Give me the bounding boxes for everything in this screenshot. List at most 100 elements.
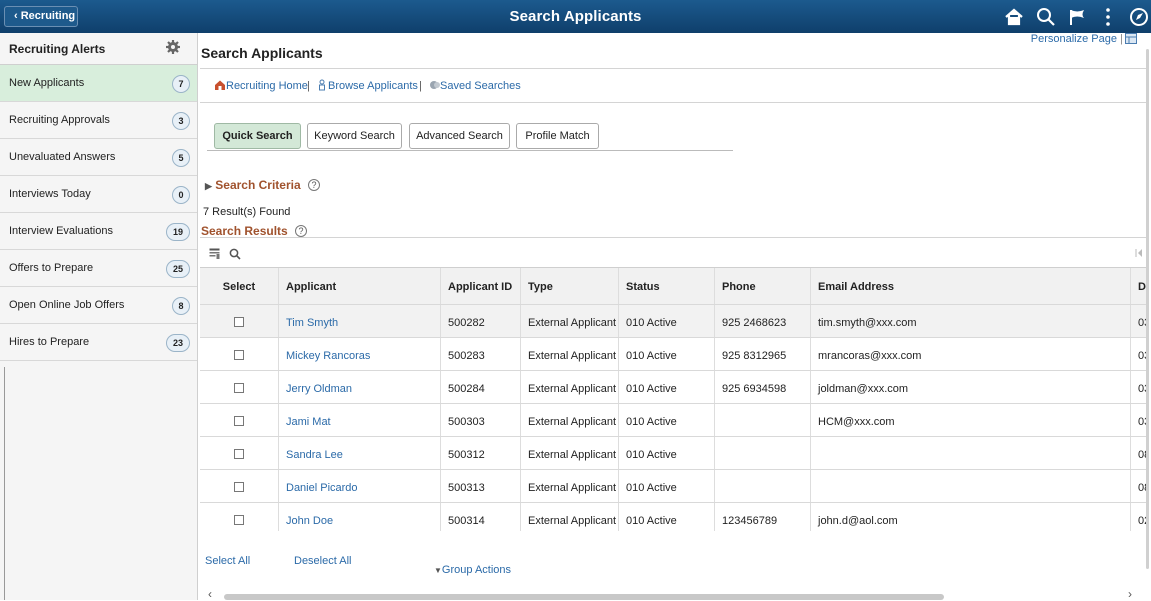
panel-divider — [4, 367, 5, 600]
table-row: Daniel Picardo 500313 External Applicant… — [200, 470, 1148, 503]
column-header[interactable]: Phone — [714, 268, 810, 304]
help-icon[interactable]: ? — [295, 225, 308, 237]
applicant-link[interactable]: Mickey Rancoras — [286, 350, 370, 362]
tab-keyword-search[interactable]: Keyword Search — [307, 123, 402, 149]
horizontal-scrollbar[interactable]: ‹ › — [200, 587, 1148, 601]
deselect-all-link[interactable]: Deselect All — [294, 555, 351, 567]
column-header[interactable]: Type — [520, 268, 618, 304]
applicant-status: 010 Active — [618, 404, 714, 436]
grid-toolbar — [200, 237, 1148, 267]
applicant-link[interactable]: Jami Mat — [286, 416, 331, 428]
recruiting-home-link[interactable]: Recruiting Home — [226, 80, 308, 92]
search-icon[interactable] — [229, 248, 241, 260]
applicant-phone: 925 6934598 — [714, 371, 810, 403]
search-results-label: Search Results — [201, 224, 288, 238]
count-badge: 19 — [166, 223, 190, 241]
count-badge: 3 — [172, 112, 190, 130]
applicant-type: External Applicant — [520, 437, 618, 469]
applicant-phone — [714, 404, 810, 436]
applicant-type: External Applicant — [520, 470, 618, 502]
home-icon[interactable] — [1001, 4, 1027, 30]
row-select-checkbox[interactable] — [234, 449, 244, 459]
tab-profile-match[interactable]: Profile Match — [516, 123, 599, 149]
help-icon[interactable]: ? — [308, 179, 320, 191]
table-row: Sandra Lee 500312 External Applicant 010… — [200, 437, 1148, 470]
alert-interview-evaluations[interactable]: Interview Evaluations 19 — [0, 213, 197, 250]
alert-open-online-job-offers[interactable]: Open Online Job Offers 8 — [0, 287, 197, 324]
alert-offers-to-prepare[interactable]: Offers to Prepare 25 — [0, 250, 197, 287]
alert-hires-to-prepare[interactable]: Hires to Prepare 23 — [0, 324, 197, 361]
count-badge: 0 — [172, 186, 190, 204]
alert-label: Unevaluated Answers — [9, 151, 116, 163]
column-header[interactable]: Select — [200, 268, 278, 304]
alert-recruiting-approvals[interactable]: Recruiting Approvals 3 — [0, 102, 197, 139]
saved-searches-link[interactable]: Saved Searches — [440, 80, 521, 92]
column-header[interactable]: Applicant — [278, 268, 440, 304]
applicant-id: 500283 — [440, 338, 520, 370]
applicant-email: tim.smyth@xxx.com — [810, 305, 1130, 337]
applicant-id: 500312 — [440, 437, 520, 469]
select-all-link[interactable]: Select All — [205, 555, 250, 567]
applicant-status: 010 Active — [618, 305, 714, 337]
applicant-link[interactable]: Daniel Picardo — [286, 482, 358, 494]
vertical-scrollbar[interactable] — [1146, 33, 1150, 593]
applicant-email: mrancoras@xxx.com — [810, 338, 1130, 370]
navigator-icon[interactable] — [1126, 4, 1151, 30]
first-page-icon[interactable] — [1134, 248, 1144, 258]
applicant-type: External Applicant — [520, 305, 618, 337]
row-select-checkbox[interactable] — [234, 350, 244, 360]
row-select-checkbox[interactable] — [234, 416, 244, 426]
applicant-link[interactable]: Sandra Lee — [286, 449, 343, 461]
alert-interviews-today[interactable]: Interviews Today 0 — [0, 176, 197, 213]
alert-unevaluated-answers[interactable]: Unevaluated Answers 5 — [0, 139, 197, 176]
grid-icon[interactable] — [1125, 33, 1137, 44]
alert-label: Hires to Prepare — [9, 336, 90, 348]
tab-advanced-search[interactable]: Advanced Search — [409, 123, 510, 149]
browse-icon — [319, 79, 325, 91]
scrollbar-thumb[interactable] — [224, 594, 944, 600]
table-row: Mickey Rancoras 500283 External Applican… — [200, 338, 1148, 371]
table-row: Jerry Oldman 500284 External Applicant 0… — [200, 371, 1148, 404]
row-select-checkbox[interactable] — [234, 383, 244, 393]
applicant-id: 500303 — [440, 404, 520, 436]
column-header[interactable]: Applicant ID — [440, 268, 520, 304]
applicant-email — [810, 437, 1130, 469]
scrollbar-thumb[interactable] — [1146, 49, 1149, 569]
applicant-link[interactable]: John Doe — [286, 515, 333, 527]
row-select-checkbox[interactable] — [234, 515, 244, 525]
applicant-email: john.d@aol.com — [810, 503, 1130, 531]
scroll-right-icon[interactable]: › — [1128, 587, 1132, 601]
alerts-title: Recruiting Alerts — [9, 42, 106, 56]
personalize-page-link[interactable]: Personalize Page — [1031, 33, 1117, 45]
alert-new-applicants[interactable]: New Applicants 7 — [0, 65, 197, 102]
separator: | — [307, 80, 310, 92]
more-icon[interactable] — [1095, 4, 1121, 30]
caret-right-icon: ▶ — [205, 181, 212, 191]
grid-personalize-icon[interactable] — [209, 248, 221, 260]
search-icon[interactable] — [1033, 4, 1059, 30]
row-select-checkbox[interactable] — [234, 482, 244, 492]
count-badge: 5 — [172, 149, 190, 167]
search-criteria-toggle[interactable]: ▶ Search Criteria ? — [205, 178, 320, 192]
alert-label: Offers to Prepare — [9, 262, 94, 274]
results-count: 7 Result(s) Found — [203, 206, 291, 218]
scroll-left-icon[interactable]: ‹ — [208, 587, 212, 601]
column-header[interactable]: Status — [618, 268, 714, 304]
applicant-phone — [714, 437, 810, 469]
applicant-phone: 925 2468623 — [714, 305, 810, 337]
group-actions-menu[interactable]: ▼Group Actions — [434, 564, 511, 576]
recruiting-alerts-panel: Recruiting Alerts New Applicants 7 Recru… — [0, 33, 198, 600]
applicant-status: 010 Active — [618, 338, 714, 370]
applicant-link[interactable]: Jerry Oldman — [286, 383, 352, 395]
tab-quick-search[interactable]: Quick Search — [214, 123, 301, 149]
applicant-type: External Applicant — [520, 503, 618, 531]
flag-icon[interactable] — [1065, 4, 1091, 30]
browse-applicants-link[interactable]: Browse Applicants — [328, 80, 418, 92]
count-badge: 23 — [166, 334, 190, 352]
count-badge: 25 — [166, 260, 190, 278]
column-header[interactable]: Email Address — [810, 268, 1130, 304]
applicant-link[interactable]: Tim Smyth — [286, 317, 338, 329]
row-select-checkbox[interactable] — [234, 317, 244, 327]
home-icon — [215, 80, 225, 90]
gear-icon[interactable] — [165, 39, 181, 55]
